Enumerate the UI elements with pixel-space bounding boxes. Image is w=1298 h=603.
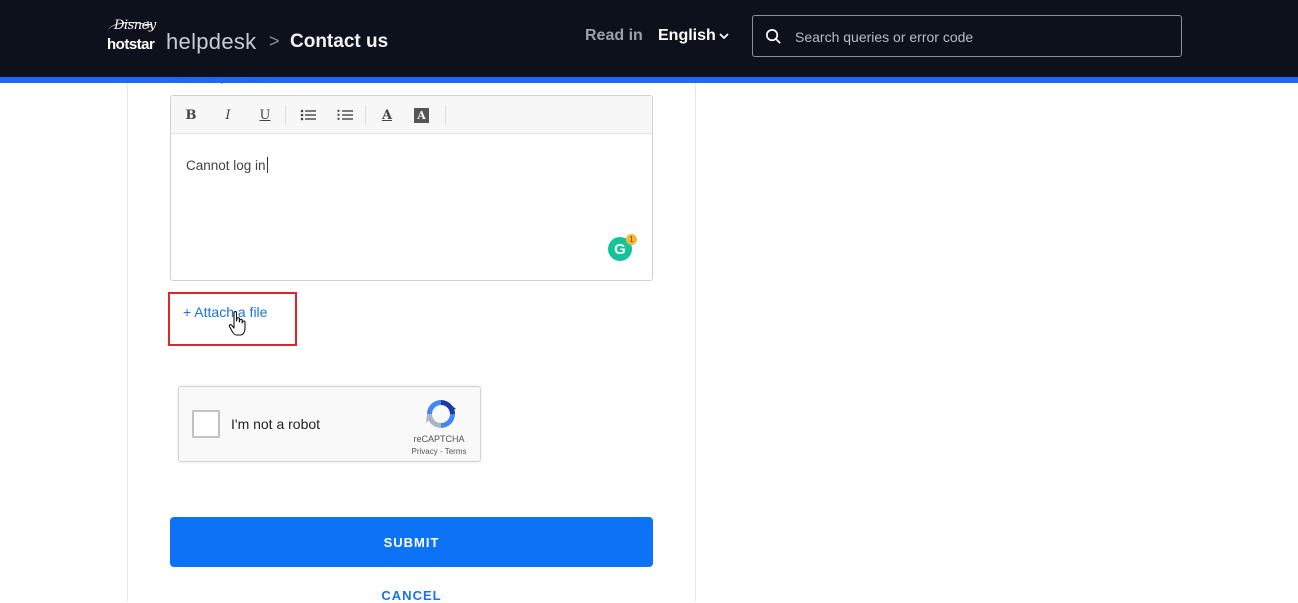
recaptcha-widget: I'm not a robot reCAPTCHA Privacy - Term… [178,386,481,462]
attach-file-link[interactable]: + Attach a file [183,304,267,320]
text-caret [266,157,268,173]
background-color-button[interactable]: A [414,108,429,123]
italic-button[interactable]: I [218,106,238,124]
editor-content[interactable]: Cannot log in [186,157,268,173]
recaptcha-logo-icon [426,400,456,428]
logo-plus: + [144,16,153,32]
bullet-list-icon [300,109,316,121]
numbered-list-button[interactable] [335,106,355,124]
read-in-label: Read in [585,27,643,44]
underline-button[interactable]: U [255,106,275,124]
rich-text-editor[interactable]: B I U A A Cannot log in G 1 [170,95,653,281]
submit-button[interactable]: SUBMIT [170,517,653,567]
recaptcha-links[interactable]: Privacy - Terms [399,447,479,456]
toolbar-divider [365,105,366,125]
hand-cursor-icon [228,311,246,336]
helpdesk-link[interactable]: helpdesk [166,29,256,55]
disney-hotstar-logo[interactable]: Disney + hotstar [106,16,156,56]
editor-toolbar: B I U A A [171,96,652,134]
page-title: Contact us [290,31,389,52]
numbered-list-icon [337,109,353,120]
toolbar-divider [285,105,286,125]
recaptcha-brand: reCAPTCHA [413,434,465,444]
bullet-list-button[interactable] [298,106,318,124]
search-icon [766,29,781,44]
editor-text: Cannot log in [186,158,266,173]
recaptcha-label: I'm not a robot [231,416,321,432]
breadcrumb-chevron-icon: > [269,31,280,51]
search-box[interactable] [752,15,1182,57]
language-dropdown[interactable]: English [658,27,729,45]
toolbar-divider [445,105,446,125]
text-color-button[interactable]: A [377,106,397,124]
panel-right-border [695,83,696,601]
panel-left-border [127,83,128,601]
search-input[interactable] [795,25,1165,49]
grammarly-count-badge: 1 [626,234,637,245]
logo-hotstar-text: hotstar [107,36,155,53]
language-value: English [658,27,716,44]
chevron-down-icon [719,33,729,40]
bold-button[interactable]: B [181,106,201,124]
recaptcha-checkbox[interactable] [192,410,220,438]
top-navbar: Disney + hotstar helpdesk > Contact us R… [0,0,1298,77]
